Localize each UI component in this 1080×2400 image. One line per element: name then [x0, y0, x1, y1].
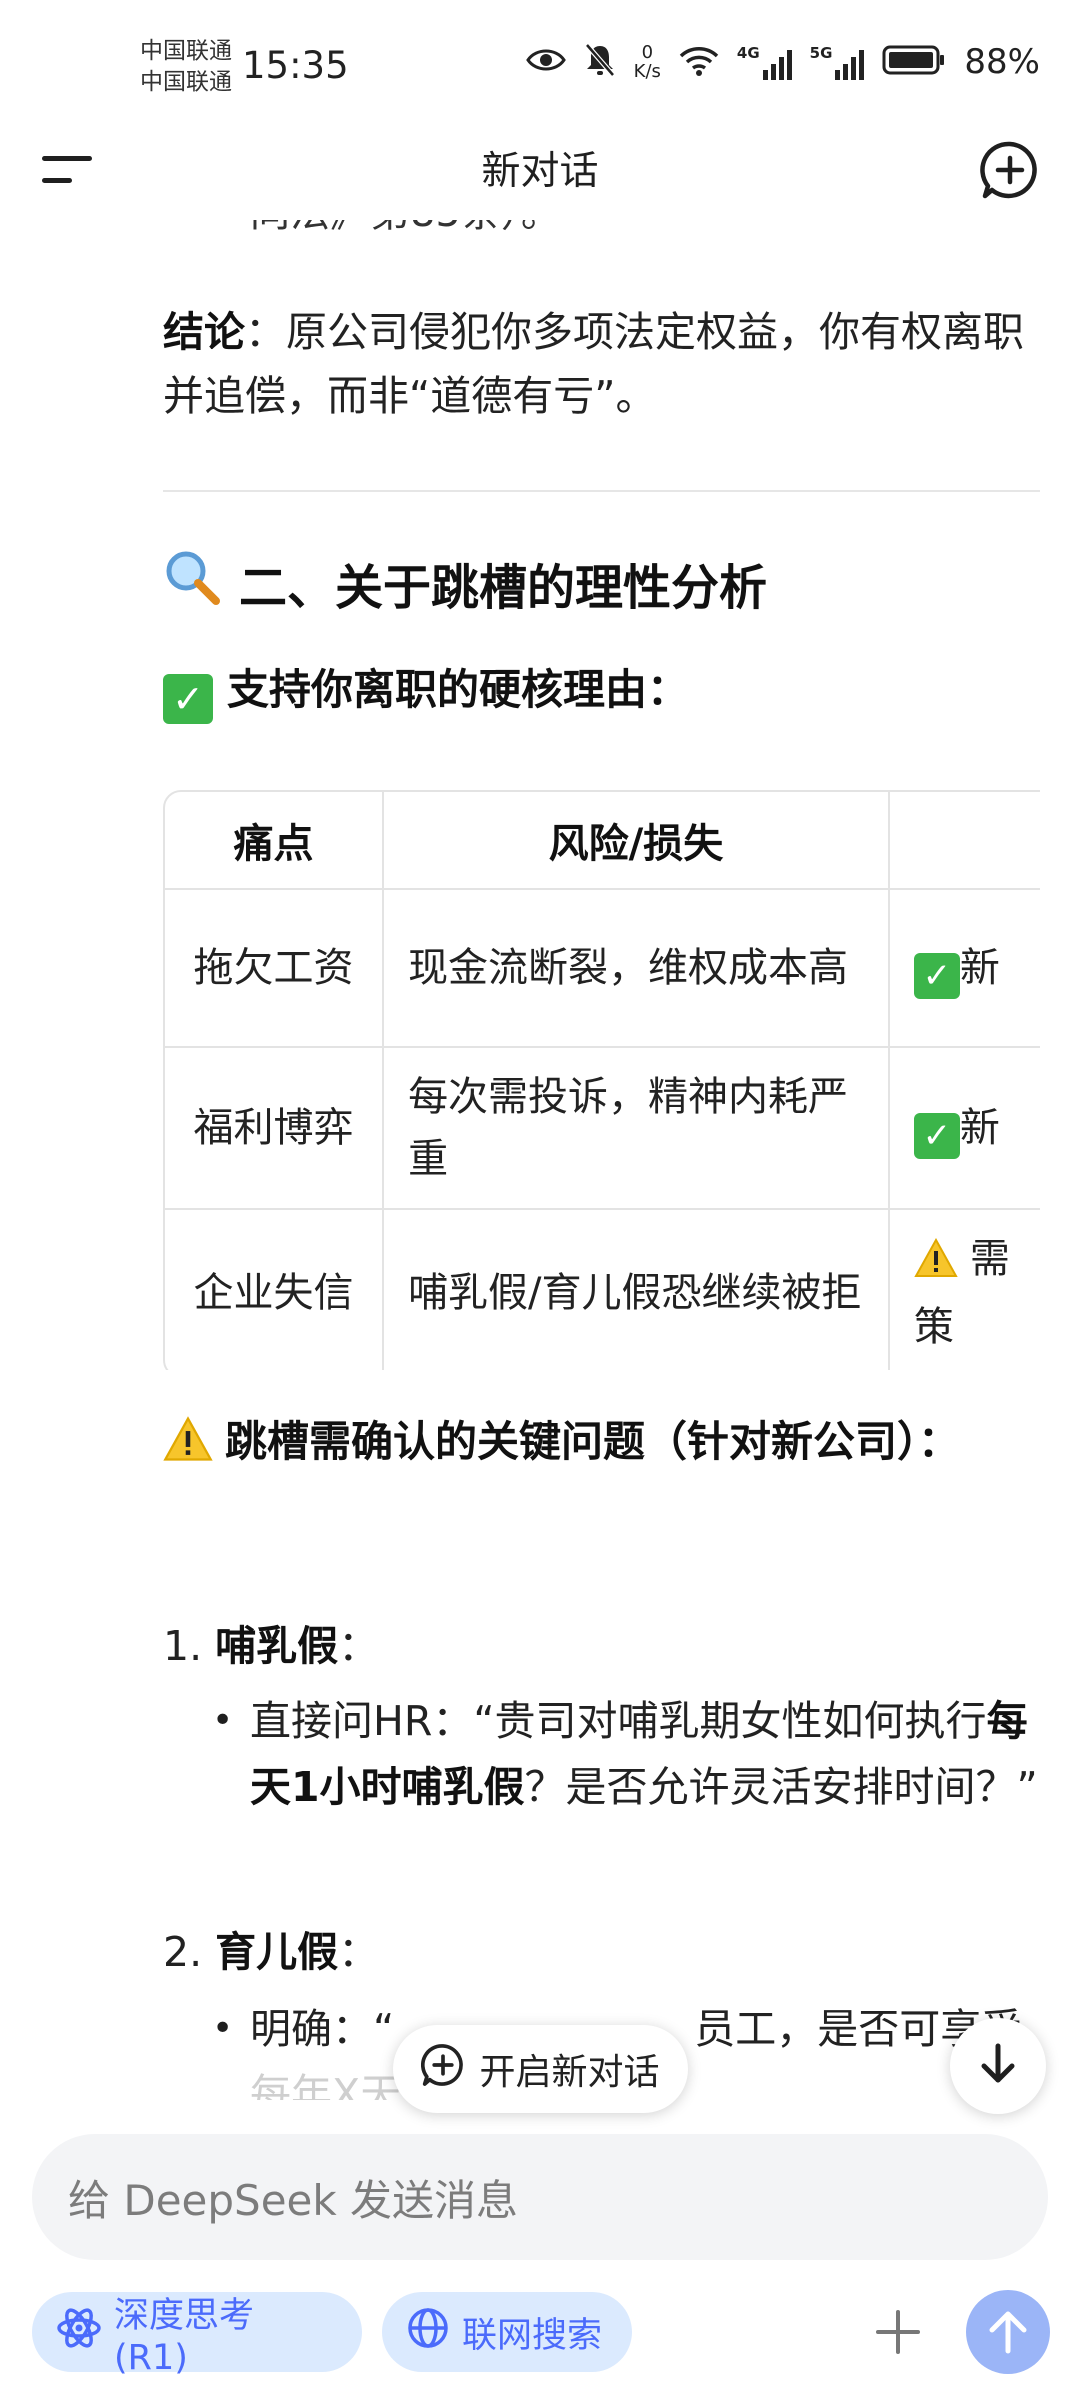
page-title: 新对话 — [481, 149, 599, 194]
item1-colon: ： — [338, 1622, 380, 1670]
send-button[interactable] — [966, 2290, 1050, 2374]
item2-colon: ： — [338, 1928, 380, 1976]
bullet-dot: • — [212, 1700, 234, 1741]
reasons-title: 支持你离职的硬核理由： — [227, 665, 690, 714]
magnifier-icon — [163, 548, 221, 618]
table-cell: 每次需投诉，精神内耗严重 — [384, 1048, 890, 1210]
table-row: 福利博弈 每次需投诉，精神内耗严重 ✓ 新 — [165, 1048, 1040, 1210]
table-cell: ✓ 新 — [889, 1048, 1040, 1210]
table-cell: 企业失信 — [165, 1210, 385, 1370]
section-heading: 二、关于跳槽的理性分析 — [163, 548, 767, 618]
conclusion-paragraph: 结论：原公司侵犯你多项法定权益，你有权离职并追偿，而非“道德有亏”。 — [163, 300, 1043, 428]
web-search-label: 联网搜索 — [462, 2315, 603, 2356]
warning-heading: 跳槽需确认的关键问题（针对新公司）： — [163, 1410, 963, 1480]
section-title: 二、关于跳槽的理性分析 — [239, 560, 768, 616]
start-new-chat-label: 开启新对话 — [479, 2052, 660, 2093]
item2-bullet-pre: 明确：“ — [250, 2005, 395, 2053]
arrow-down-icon — [978, 2042, 1018, 2090]
bullet-dot: • — [212, 2008, 234, 2049]
cell-text: 新 — [959, 945, 1000, 991]
checkmark-icon: ✓ — [913, 1113, 960, 1159]
top-nav: 新对话 — [0, 120, 1080, 220]
warning-icon — [163, 1416, 213, 1480]
start-new-chat-button[interactable]: 开启新对话 — [393, 2025, 688, 2113]
table-cell: 哺乳假/育儿假恐继续被拒 — [384, 1210, 890, 1370]
table-cell: 拖欠工资 — [165, 890, 385, 1048]
table-cell: 福利博弈 — [165, 1048, 385, 1210]
checkmark-icon: ✓ — [913, 953, 960, 999]
deep-think-label: 深度思考 (R1) — [114, 2295, 255, 2378]
checkmark-icon: ✓ — [163, 674, 213, 724]
cell-text: 新 — [959, 1105, 1000, 1151]
item2-label: 育儿假 — [215, 1928, 339, 1976]
item1-bullet-post: ？是否允许灵活安排时间？” — [524, 1763, 1038, 1811]
warning-icon — [914, 1234, 958, 1296]
table-row: 拖欠工资 现金流断裂，维权成本高 ✓ 新 — [165, 890, 1040, 1048]
table-row: 企业失信 哺乳假/育儿假恐继续被拒 需 策 — [165, 1210, 1040, 1370]
composer: 给 DeepSeek 发送消息 深度思考 (R1) 联网搜索 — [0, 2100, 1080, 2400]
globe-icon — [406, 2306, 450, 2359]
scroll-down-button[interactable] — [950, 2018, 1046, 2114]
table-cell: 需 策 — [890, 1210, 1040, 1370]
item1-label: 哺乳假 — [215, 1622, 339, 1670]
conclusion-text: ：原公司侵犯你多项法定权益，你有权离职并追偿，而非“道德有亏”。 — [163, 308, 1024, 420]
attach-button[interactable] — [860, 2294, 936, 2370]
atom-icon — [56, 2305, 102, 2360]
message-input-placeholder: 给 DeepSeek 发送消息 — [68, 2175, 519, 2225]
new-chat-icon[interactable] — [980, 140, 1040, 200]
conclusion-label: 结论 — [163, 308, 245, 356]
chat-content[interactable]: 同法》第85条）。 结论：原公司侵犯你多项法定权益，你有权离职并追偿，而非“道德… — [0, 0, 1080, 2100]
plus-icon — [876, 2310, 920, 2354]
list-item-2: 2. 育儿假： — [163, 1918, 379, 1978]
warning-title: 跳槽需确认的关键问题（针对新公司）： — [225, 1417, 961, 1466]
arrow-up-icon — [989, 2311, 1027, 2354]
table-header: 痛点 — [165, 792, 385, 890]
deep-think-toggle[interactable]: 深度思考 (R1) — [32, 2292, 362, 2378]
table-header — [889, 792, 1040, 890]
table-header: 风险/损失 — [384, 792, 890, 890]
reasons-heading: ✓ 支持你离职的硬核理由： — [163, 658, 963, 724]
table-cell: 现金流断裂，维权成本高 — [384, 890, 890, 1048]
new-chat-icon — [421, 2043, 465, 2096]
table-cell: ✓ 新 — [889, 890, 1040, 1048]
list-item-1: 1. 哺乳假： — [163, 1612, 379, 1672]
web-search-toggle[interactable]: 联网搜索 — [382, 2292, 632, 2372]
message-input[interactable]: 给 DeepSeek 发送消息 — [32, 2134, 1048, 2260]
list-number: 2. — [163, 1928, 216, 1976]
list-number: 1. — [163, 1622, 216, 1670]
section-divider — [163, 490, 1040, 492]
item2-faded-text: 每年X天 — [250, 2070, 402, 2100]
table-header-row: 痛点 风险/损失 — [165, 792, 1040, 890]
item1-bullet: 直接问HR：“贵司对哺乳期女性如何执行每天1小时哺乳假？是否允许灵活安排时间？” — [250, 1688, 1040, 1820]
pain-points-table: 痛点 风险/损失 拖欠工资 现金流断裂，维权成本高 ✓ 新 福利博弈 每次需投诉，… — [163, 790, 1040, 1370]
pain-points-table-wrapper[interactable]: 痛点 风险/损失 拖欠工资 现金流断裂，维权成本高 ✓ 新 福利博弈 每次需投诉，… — [163, 790, 1040, 1370]
item1-bullet-pre: 直接问HR：“贵司对哺乳期女性如何执行 — [250, 1697, 987, 1745]
